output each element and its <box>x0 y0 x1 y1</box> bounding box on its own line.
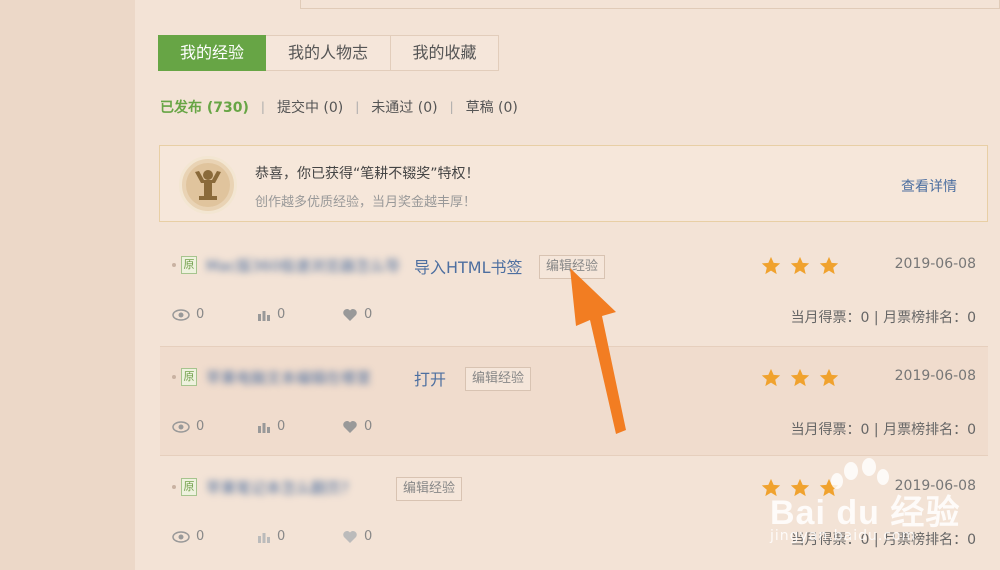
star-icon <box>790 368 810 387</box>
left-sidebar <box>0 0 135 570</box>
favorite-count: 0 <box>364 307 373 322</box>
rating-stars <box>760 255 840 277</box>
monthly-votes: 当月得票：0 | 月票榜排名：0 <box>790 422 976 438</box>
heart-icon <box>343 530 357 543</box>
filter-drafts[interactable]: 草稿 (0) <box>466 97 518 117</box>
heart-icon <box>343 308 357 321</box>
blurred-title[interactable]: 苹果笔记本怎么翻页? <box>206 477 386 499</box>
vote-count: 0 <box>277 419 286 434</box>
publish-date: 2019-06-08 <box>894 256 976 272</box>
heart-icon <box>343 420 357 433</box>
bar-chart-icon <box>258 422 270 433</box>
watermark-url: jingyan.baidu.com <box>770 528 917 544</box>
eye-icon <box>172 530 190 543</box>
filter-separator: | <box>260 100 265 114</box>
row-stats: 0 0 0 <box>172 307 427 322</box>
experience-title[interactable]: 导入HTML书签 <box>414 254 523 278</box>
view-details-link[interactable]: 查看详情 <box>901 176 957 196</box>
blurred-title[interactable]: Mac版360极速浏览器怎么导 <box>206 255 420 277</box>
publish-date: 2019-06-08 <box>894 368 976 384</box>
star-icon <box>761 256 781 275</box>
award-medal-icon <box>179 156 237 214</box>
star-icon <box>761 368 781 387</box>
view-count: 0 <box>196 307 205 322</box>
tab-my-people[interactable]: 我的人物志 <box>266 35 391 71</box>
row-stats: 0 0 0 <box>172 529 427 544</box>
privilege-notice: 恭喜，你已获得“笔耕不辍奖”特权！ 创作越多优质经验，当月奖金越丰厚！ 查看详情 <box>159 145 988 222</box>
orange-arrow-icon <box>570 268 626 434</box>
row-stats: 0 0 0 <box>172 419 427 434</box>
view-count: 0 <box>196 529 205 544</box>
view-count: 0 <box>196 419 205 434</box>
tab-my-experience[interactable]: 我的经验 <box>158 35 266 71</box>
watermark-brand: Bai du 经验 <box>770 494 961 532</box>
favorite-count: 0 <box>364 529 373 544</box>
notice-title: 恭喜，你已获得“笔耕不辍奖”特权！ <box>255 166 480 182</box>
top-panel <box>300 0 1000 9</box>
bullet-dot <box>172 375 176 379</box>
star-icon <box>819 368 839 387</box>
eye-icon <box>172 420 190 433</box>
vote-count: 0 <box>277 529 286 544</box>
notice-subtitle: 创作越多优质经验，当月奖金越丰厚！ <box>255 195 477 210</box>
edit-experience-button[interactable]: 编辑经验 <box>396 477 463 501</box>
monthly-votes: 当月得票：0 | 月票榜排名：0 <box>790 310 976 326</box>
tab-bar: 我的经验 我的人物志 我的收藏 <box>158 35 499 71</box>
tab-my-favorites[interactable]: 我的收藏 <box>391 35 499 71</box>
favorite-count: 0 <box>364 419 373 434</box>
status-filters: 已发布 (730) | 提交中 (0) | 未通过 (0) | 草稿 (0) <box>160 97 518 117</box>
original-badge: 原 <box>181 368 197 386</box>
filter-separator: | <box>355 100 360 114</box>
filter-published[interactable]: 已发布 (730) <box>160 97 249 117</box>
eye-icon <box>172 308 190 321</box>
experience-title[interactable]: 打开 <box>414 366 446 390</box>
star-icon <box>790 256 810 275</box>
filter-separator: | <box>449 100 454 114</box>
bullet-dot <box>172 263 176 267</box>
filter-submitting[interactable]: 提交中 (0) <box>277 97 343 117</box>
rating-stars <box>760 367 840 389</box>
edit-experience-button[interactable]: 编辑经验 <box>465 367 532 391</box>
original-badge: 原 <box>181 478 197 496</box>
star-icon <box>819 256 839 275</box>
bar-chart-icon <box>258 532 270 543</box>
vote-count: 0 <box>277 307 286 322</box>
filter-rejected[interactable]: 未通过 (0) <box>371 97 437 117</box>
bar-chart-icon <box>258 310 270 321</box>
blurred-title[interactable]: 苹果电脑文本编辑在哪里 <box>206 367 412 389</box>
original-badge: 原 <box>181 256 197 274</box>
bullet-dot <box>172 485 176 489</box>
